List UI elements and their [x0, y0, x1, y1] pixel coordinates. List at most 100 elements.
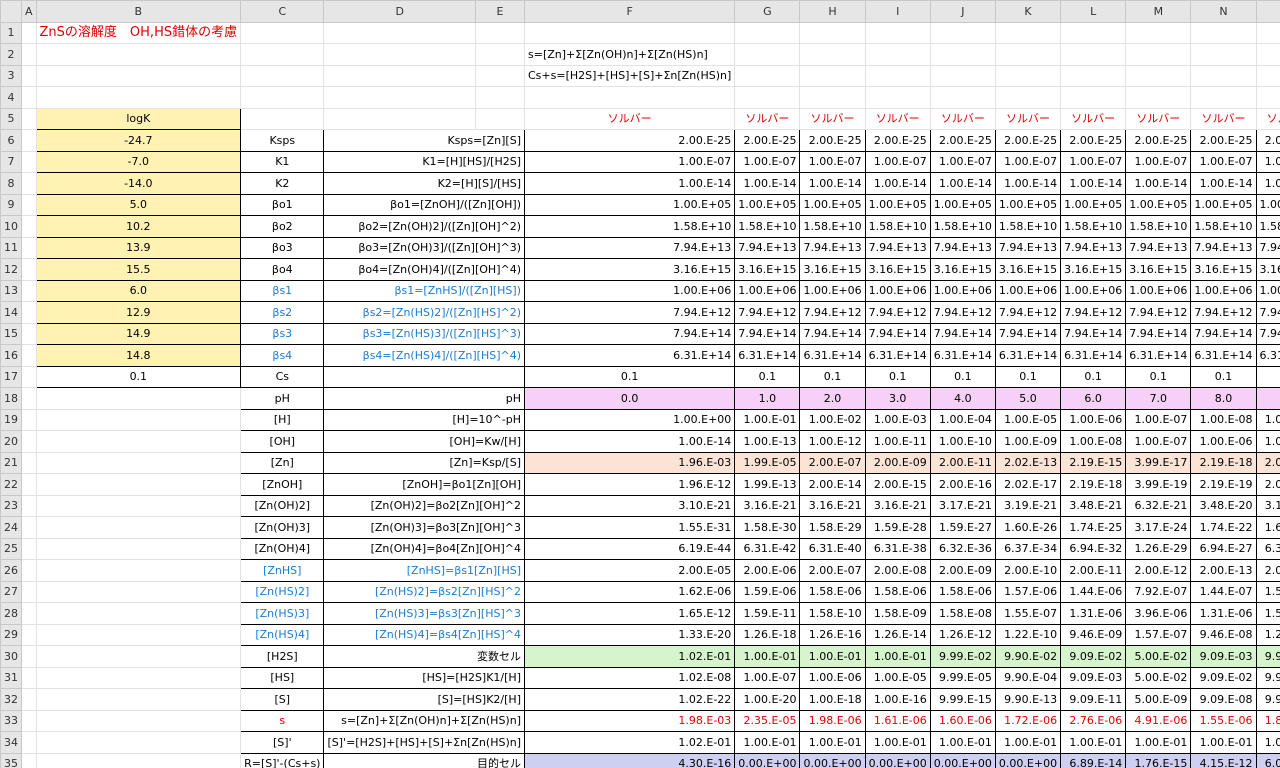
formula-cell-E13[interactable]: βs1=[ZnHS]/([Zn][HS]): [323, 279, 525, 302]
value-cell-M19[interactable]: 1.00.E-07: [1125, 408, 1192, 431]
cell-I4[interactable]: [864, 86, 931, 109]
value-cell-N18[interactable]: 8.0: [1190, 387, 1257, 410]
value-cell-H27[interactable]: 1.58.E-06: [799, 580, 866, 603]
value-cell-H30[interactable]: 1.00.E-01: [799, 645, 866, 668]
param-name-C8[interactable]: K2: [240, 172, 325, 195]
value-cell-M11[interactable]: 7.94.E+13: [1125, 236, 1192, 259]
value-cell-F31[interactable]: 1.02.E-08: [523, 666, 736, 689]
value-cell-N19[interactable]: 1.00.E-08: [1190, 408, 1257, 431]
formula-cell-E12[interactable]: βo4=[Zn(OH)4]/([Zn][OH]^4): [323, 258, 525, 281]
value-cell-M14[interactable]: 7.94.E+12: [1125, 301, 1192, 324]
formula-cell-E16[interactable]: βs4=[Zn(HS)4]/([Zn][HS]^4): [323, 344, 525, 367]
logk-cell-B8[interactable]: -14.0: [35, 172, 242, 195]
value-cell-L15[interactable]: 7.94.E+14: [1060, 322, 1127, 345]
value-cell-I31[interactable]: 1.00.E-05: [864, 666, 931, 689]
value-cell-H24[interactable]: 1.58.E-29: [799, 516, 866, 539]
solver-label[interactable]: ソルバー: [994, 107, 1062, 130]
cell-A9[interactable]: [21, 193, 37, 216]
value-cell-H15[interactable]: 7.94.E+14: [799, 322, 866, 345]
column-header-O[interactable]: O: [1255, 0, 1280, 23]
cell-N3[interactable]: [1190, 64, 1257, 87]
value-cell-G30[interactable]: 1.00.E-01: [734, 645, 801, 668]
column-header-G[interactable]: G: [734, 0, 801, 23]
value-cell-N12[interactable]: 3.16.E+15: [1190, 258, 1257, 281]
param-name-C11[interactable]: βo3: [240, 236, 325, 259]
value-cell-N21[interactable]: 2.19.E-18: [1190, 451, 1257, 474]
value-cell-H23[interactable]: 3.16.E-21: [799, 494, 866, 517]
value-cell-O33[interactable]: 1.83.E-07: [1255, 709, 1280, 732]
value-cell-F34[interactable]: 1.02.E-01: [523, 731, 736, 754]
value-cell-F26[interactable]: 2.00.E-05: [523, 559, 736, 582]
cell-A10[interactable]: [21, 215, 37, 238]
formula-cell-E32[interactable]: [S]=[HS]K2/[H]: [323, 688, 525, 711]
value-cell-F35[interactable]: 4.30.E-16: [523, 752, 736, 768]
value-cell-K8[interactable]: 1.00.E-14: [994, 172, 1062, 195]
logk-cell-B12[interactable]: 15.5: [35, 258, 242, 281]
value-cell-F33[interactable]: 1.98.E-03: [523, 709, 736, 732]
value-cell-I17[interactable]: 0.1: [864, 365, 931, 388]
value-cell-L28[interactable]: 1.31.E-06: [1060, 602, 1127, 625]
formula-cell-E24[interactable]: [Zn(OH)3]=βo3[Zn][OH]^3: [323, 516, 525, 539]
cell-D5[interactable]: [323, 107, 476, 130]
value-cell-G7[interactable]: 1.00.E-07: [734, 150, 801, 173]
cell-B2[interactable]: [35, 43, 242, 66]
cell-J4[interactable]: [929, 86, 996, 109]
value-cell-J7[interactable]: 1.00.E-07: [929, 150, 996, 173]
logk-cell-B15[interactable]: 14.9: [35, 322, 242, 345]
value-cell-H17[interactable]: 0.1: [799, 365, 866, 388]
value-cell-F18[interactable]: 0.0: [523, 387, 736, 410]
value-cell-L8[interactable]: 1.00.E-14: [1060, 172, 1127, 195]
value-cell-G25[interactable]: 6.31.E-42: [734, 537, 801, 560]
cell-A14[interactable]: [21, 301, 37, 324]
cell-E3[interactable]: [474, 64, 526, 87]
value-cell-L13[interactable]: 1.00.E+06: [1060, 279, 1127, 302]
formula-cell-E17[interactable]: [323, 365, 525, 388]
solver-label[interactable]: ソルバー: [1190, 107, 1257, 130]
value-cell-L23[interactable]: 3.48.E-21: [1060, 494, 1127, 517]
cell-K1[interactable]: [994, 21, 1062, 44]
value-cell-F24[interactable]: 1.55.E-31: [523, 516, 736, 539]
formula-cell-E34[interactable]: [S]'=[H2S]+[HS]+[S]+Σn[Zn(HS)n]: [323, 731, 525, 754]
value-cell-I30[interactable]: 1.00.E-01: [864, 645, 931, 668]
value-cell-H6[interactable]: 2.00.E-25: [799, 129, 866, 152]
solver-label[interactable]: ソルバー: [1125, 107, 1192, 130]
row-header[interactable]: 20: [0, 430, 22, 453]
logk-cell-B29[interactable]: [35, 623, 242, 646]
cell-B3[interactable]: [35, 64, 242, 87]
logk-cell-B30[interactable]: [35, 645, 242, 668]
param-name-C34[interactable]: [S]': [240, 731, 325, 754]
cell-A15[interactable]: [21, 322, 37, 345]
row-header[interactable]: 34: [0, 731, 22, 754]
value-cell-I24[interactable]: 1.59.E-28: [864, 516, 931, 539]
value-cell-M27[interactable]: 7.92.E-07: [1125, 580, 1192, 603]
value-cell-I15[interactable]: 7.94.E+14: [864, 322, 931, 345]
value-cell-N23[interactable]: 3.48.E-20: [1190, 494, 1257, 517]
param-name-C23[interactable]: [Zn(OH)2]: [240, 494, 325, 517]
cell-A7[interactable]: [21, 150, 37, 173]
formula-cs-text[interactable]: Cs+s=[H2S]+[HS]+[S]+Σn[Zn(HS)n]: [523, 64, 736, 87]
value-cell-F6[interactable]: 2.00.E-25: [523, 129, 736, 152]
cell-D3[interactable]: [323, 64, 476, 87]
cell-A28[interactable]: [21, 602, 37, 625]
value-cell-M21[interactable]: 3.99.E-17: [1125, 451, 1192, 474]
cell-A11[interactable]: [21, 236, 37, 259]
cell-D2[interactable]: [323, 43, 476, 66]
cell-L1[interactable]: [1060, 21, 1127, 44]
cell-A34[interactable]: [21, 731, 37, 754]
value-cell-M15[interactable]: 7.94.E+14: [1125, 322, 1192, 345]
value-cell-H12[interactable]: 3.16.E+15: [799, 258, 866, 281]
param-name-C32[interactable]: [S]: [240, 688, 325, 711]
logk-cell-B7[interactable]: -7.0: [35, 150, 242, 173]
cell-L2[interactable]: [1060, 43, 1127, 66]
cell-E2[interactable]: [474, 43, 526, 66]
value-cell-I12[interactable]: 3.16.E+15: [864, 258, 931, 281]
cell-H1[interactable]: [799, 21, 866, 44]
value-cell-H21[interactable]: 2.00.E-07: [799, 451, 866, 474]
value-cell-L24[interactable]: 1.74.E-25: [1060, 516, 1127, 539]
value-cell-K9[interactable]: 1.00.E+05: [994, 193, 1062, 216]
value-cell-G23[interactable]: 3.16.E-21: [734, 494, 801, 517]
cell-I1[interactable]: [864, 21, 931, 44]
row-header[interactable]: 22: [0, 473, 22, 496]
formula-cell-E10[interactable]: βo2=[Zn(OH)2]/([Zn][OH]^2): [323, 215, 525, 238]
value-cell-N27[interactable]: 1.44.E-07: [1190, 580, 1257, 603]
